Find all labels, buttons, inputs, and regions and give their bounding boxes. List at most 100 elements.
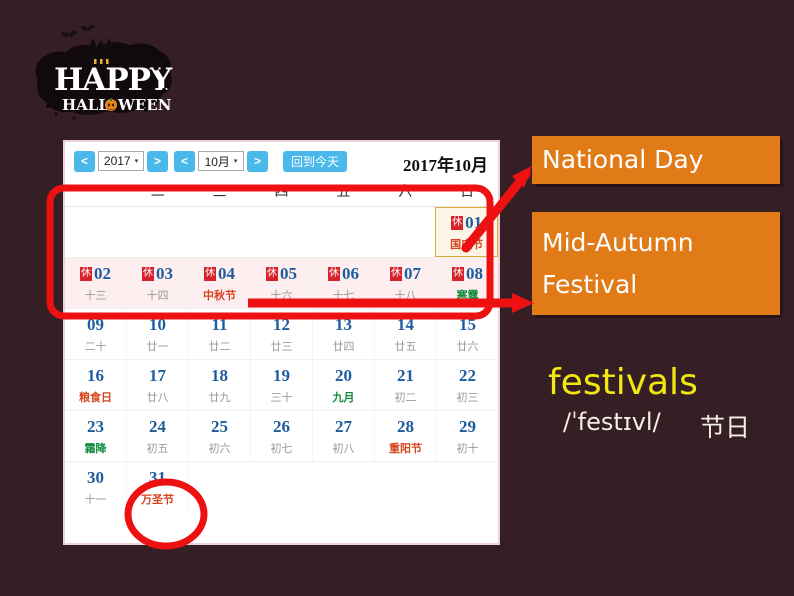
day-number: 25 xyxy=(211,417,228,436)
year-select[interactable]: 2017 ▾ xyxy=(98,151,144,171)
calendar-weeks: 休 01 国庆节休 02 十三休 03 十四休 04 中秋节休 05 十六休 06 十七休 07 十八休 08… xyxy=(65,207,499,512)
day-cell-16[interactable]: 16 粮食日 xyxy=(65,360,127,410)
prev-month-button[interactable]: < xyxy=(174,150,195,172)
callout-mid-autumn-line1: Mid-Autumn xyxy=(542,227,694,257)
day-number: 03 xyxy=(156,264,173,283)
day-number-wrap: 休 05 xyxy=(266,263,297,285)
day-lunar-label: 十六 xyxy=(270,289,293,302)
day-cell-06[interactable]: 休 06 十七 xyxy=(313,258,375,308)
calendar-week-row: 休 02 十三休 03 十四休 04 中秋节休 05 十六休 06 十七休 07 十八休 08 寒露 xyxy=(65,258,498,309)
day-cell-07[interactable]: 休 07 十八 xyxy=(375,258,437,308)
next-month-button[interactable]: > xyxy=(247,150,268,172)
day-number: 21 xyxy=(397,366,414,385)
day-cell-15[interactable]: 15 廿六 xyxy=(437,309,498,359)
callout-mid-autumn-festival: Mid-Autumn Festival xyxy=(532,212,780,315)
day-number: 08 xyxy=(466,264,483,283)
rest-day-badge: 休 xyxy=(142,267,154,281)
day-cell-04[interactable]: 休 04 中秋节 xyxy=(189,258,251,308)
vocabulary-phonetic: /ˈfestɪvl/ xyxy=(563,408,661,436)
day-number: 22 xyxy=(459,366,476,385)
rest-day-badge: 休 xyxy=(451,216,464,230)
day-number-wrap: 09 xyxy=(87,314,104,336)
vocabulary-word: festivals xyxy=(548,362,698,403)
halloween-logo: HAPPY HALL WEEN xyxy=(28,18,188,128)
day-cell-10[interactable]: 10 廿一 xyxy=(127,309,189,359)
day-lunar-label: 初八 xyxy=(332,442,355,455)
day-number-wrap: 31 xyxy=(149,467,166,489)
day-number-wrap: 休 08 xyxy=(452,263,483,285)
day-number-wrap: 19 xyxy=(273,365,290,387)
day-cell-08[interactable]: 休 08 寒露 xyxy=(437,258,498,308)
day-number-wrap: 休 01 xyxy=(451,212,482,234)
day-number-wrap: 28 xyxy=(397,416,414,438)
month-value: 10月 xyxy=(204,154,230,169)
day-cell-03[interactable]: 休 03 十四 xyxy=(127,258,189,308)
day-number-wrap: 27 xyxy=(335,416,352,438)
day-cell-18[interactable]: 18 廿九 xyxy=(189,360,251,410)
day-cell-11[interactable]: 11 廿二 xyxy=(189,309,251,359)
day-cell-23[interactable]: 23 霜降 xyxy=(65,411,127,461)
day-lunar-label: 廿五 xyxy=(394,340,417,353)
rest-day-badge: 休 xyxy=(328,267,340,281)
day-lunar-label: 廿四 xyxy=(332,340,355,353)
day-lunar-label: 十三 xyxy=(84,289,107,302)
weekday-header-6: 日 xyxy=(460,185,475,200)
day-cell-25[interactable]: 25 初六 xyxy=(189,411,251,461)
day-lunar-label: 十四 xyxy=(146,289,169,302)
day-cell-22[interactable]: 22 初三 xyxy=(437,360,498,410)
day-number: 23 xyxy=(87,417,104,436)
day-lunar-label: 十八 xyxy=(394,289,417,302)
day-cell-26[interactable]: 26 初七 xyxy=(251,411,313,461)
day-number: 28 xyxy=(397,417,414,436)
day-number: 17 xyxy=(149,366,166,385)
day-cell-28[interactable]: 28 重阳节 xyxy=(375,411,437,461)
day-lunar-label: 初十 xyxy=(456,442,479,455)
day-lunar-label: 重阳节 xyxy=(389,442,422,455)
weekday-header-row: 一二三四五六日 xyxy=(65,180,498,207)
day-cell-13[interactable]: 13 廿四 xyxy=(313,309,375,359)
day-cell-02[interactable]: 休 02 十三 xyxy=(65,258,127,308)
day-cell-21[interactable]: 21 初二 xyxy=(375,360,437,410)
rest-day-badge: 休 xyxy=(452,267,464,281)
day-lunar-label: 二十 xyxy=(84,340,107,353)
day-lunar-label: 粮食日 xyxy=(79,391,112,404)
calendar-week-row: 16 粮食日 17 廿八 18 廿九 19 三十 20 九月 21 初二 22 初三 xyxy=(65,360,498,411)
day-cell-19[interactable]: 19 三十 xyxy=(251,360,313,410)
day-number: 01 xyxy=(465,213,483,232)
month-select[interactable]: 10月 ▾ xyxy=(198,151,244,171)
day-number-wrap: 16 xyxy=(87,365,104,387)
day-number: 05 xyxy=(280,264,297,283)
day-number-wrap: 休 07 xyxy=(390,263,421,285)
day-lunar-label: 万圣节 xyxy=(141,493,174,506)
day-cell-17[interactable]: 17 廿八 xyxy=(127,360,189,410)
day-cell-14[interactable]: 14 廿五 xyxy=(375,309,437,359)
day-cell-09[interactable]: 09 二十 xyxy=(65,309,127,359)
calendar-title: 2017年10月 xyxy=(403,156,488,175)
day-number: 29 xyxy=(459,417,476,436)
day-cell-24[interactable]: 24 初五 xyxy=(127,411,189,461)
day-number-wrap: 24 xyxy=(149,416,166,438)
day-lunar-label: 廿二 xyxy=(208,340,231,353)
day-number: 16 xyxy=(87,366,104,385)
year-value: 2017 xyxy=(103,154,131,168)
next-year-button[interactable]: > xyxy=(147,150,168,172)
day-cell-30[interactable]: 30 十一 xyxy=(65,462,127,512)
day-cell-29[interactable]: 29 初十 xyxy=(437,411,498,461)
day-lunar-label: 初七 xyxy=(270,442,293,455)
day-lunar-label: 廿九 xyxy=(208,391,231,404)
day-cell-27[interactable]: 27 初八 xyxy=(313,411,375,461)
rest-day-badge: 休 xyxy=(204,267,216,281)
svg-text:WEEN: WEEN xyxy=(117,96,172,114)
day-lunar-label: 寒露 xyxy=(456,289,479,302)
day-cell-20[interactable]: 20 九月 xyxy=(313,360,375,410)
day-cell-01[interactable]: 休 01 国庆节 xyxy=(435,207,499,257)
day-lunar-label: 三十 xyxy=(270,391,293,404)
day-cell-31[interactable]: 31 万圣节 xyxy=(127,462,189,512)
back-to-today-button[interactable]: 回到今天 xyxy=(283,150,348,172)
day-number: 07 xyxy=(404,264,421,283)
day-cell-05[interactable]: 休 05 十六 xyxy=(251,258,313,308)
prev-year-button[interactable]: < xyxy=(74,150,95,172)
day-number-wrap: 休 03 xyxy=(142,263,173,285)
calendar-week-row: 09 二十 10 廿一 11 廿二 12 廿三 13 廿四 14 廿五 15 廿六 xyxy=(65,309,498,360)
day-cell-12[interactable]: 12 廿三 xyxy=(251,309,313,359)
